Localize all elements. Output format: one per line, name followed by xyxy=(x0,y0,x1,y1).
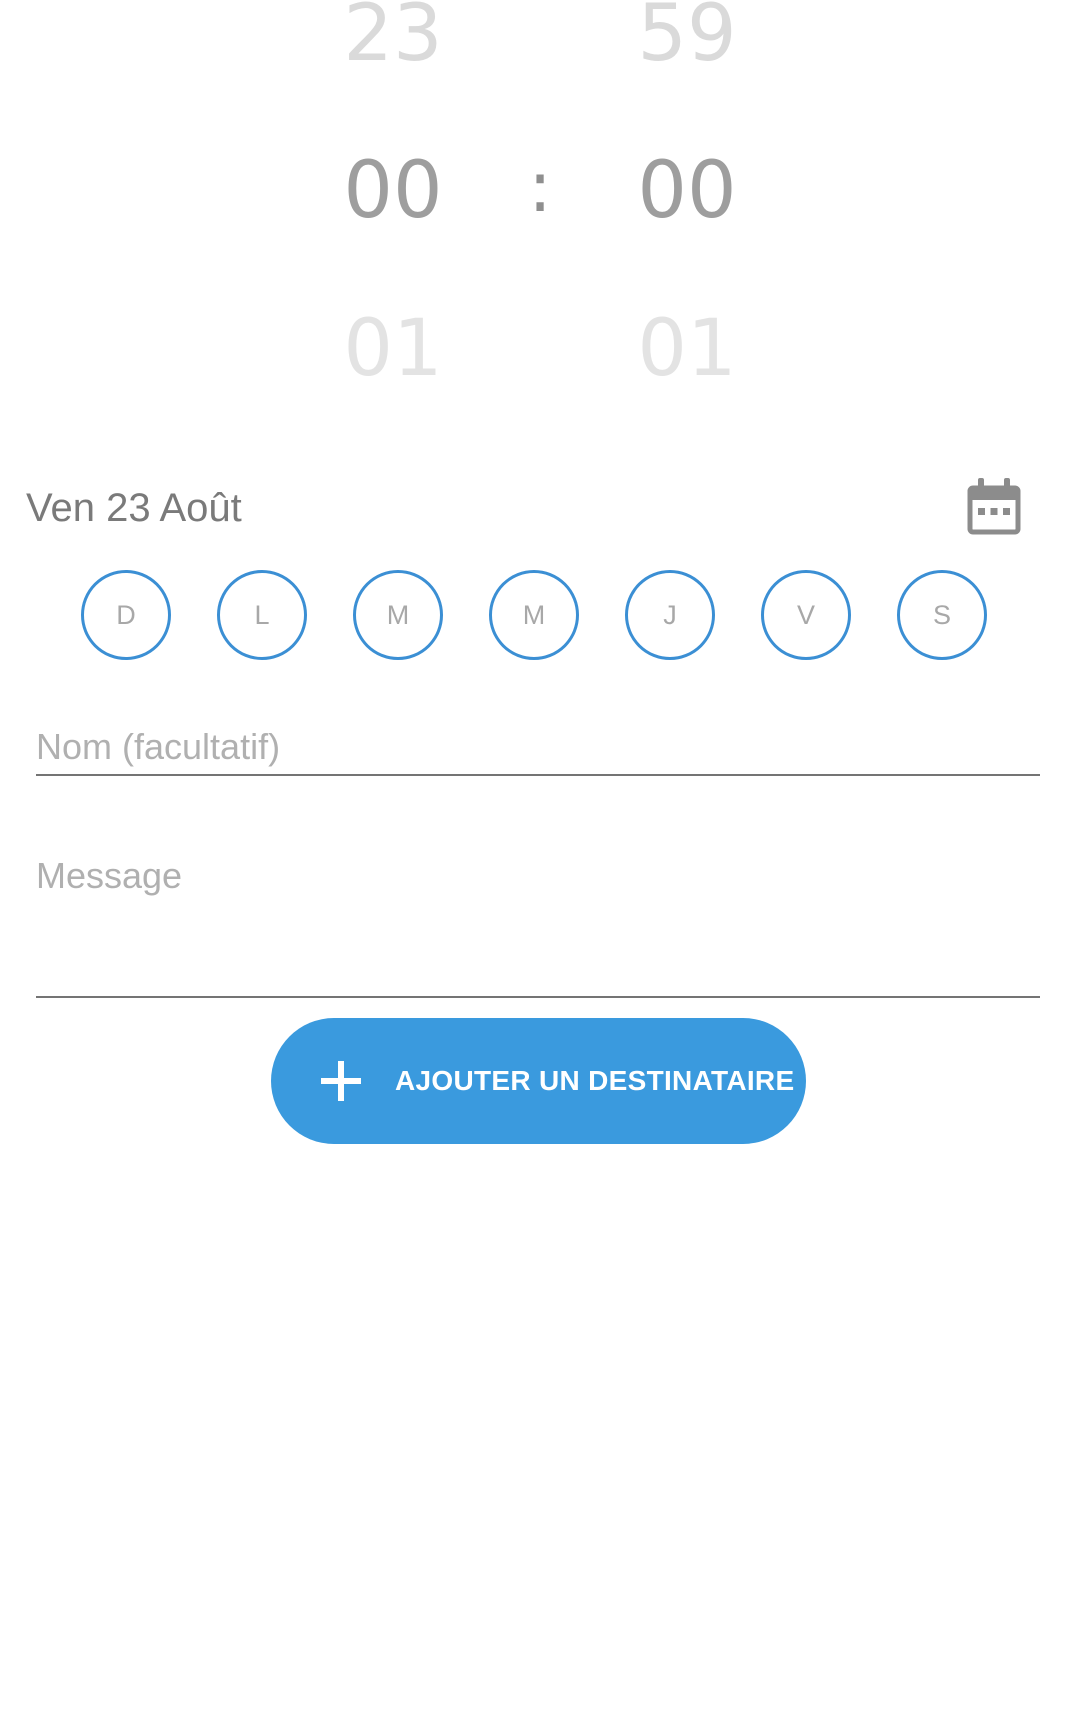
plus-icon xyxy=(321,1061,361,1101)
day-selector: D L M M J V S xyxy=(0,570,1080,670)
name-field[interactable] xyxy=(36,720,1040,776)
time-separator: : xyxy=(528,146,552,228)
day-toggle-tuesday[interactable]: M xyxy=(353,570,443,660)
day-toggle-friday[interactable]: V xyxy=(761,570,851,660)
day-toggle-saturday[interactable]: S xyxy=(897,570,987,660)
minute-picker[interactable]: 59 00 01 xyxy=(587,0,787,400)
day-toggle-sunday[interactable]: D xyxy=(81,570,171,660)
hour-picker[interactable]: 23 00 01 xyxy=(293,0,493,400)
calendar-icon[interactable] xyxy=(966,476,1022,536)
minute-next[interactable]: 01 xyxy=(587,310,787,388)
add-recipient-button[interactable]: AJOUTER UN DESTINATAIRE xyxy=(271,1018,806,1144)
hour-current[interactable]: 00 xyxy=(293,152,493,230)
message-field[interactable] xyxy=(36,852,1040,998)
hour-prev[interactable]: 23 xyxy=(293,0,493,73)
add-recipient-label: AJOUTER UN DESTINATAIRE xyxy=(395,1065,795,1096)
minute-prev[interactable]: 59 xyxy=(587,0,787,73)
day-toggle-wednesday[interactable]: M xyxy=(489,570,579,660)
date-label[interactable]: Ven 23 Août xyxy=(26,486,242,531)
day-toggle-thursday[interactable]: J xyxy=(625,570,715,660)
day-toggle-monday[interactable]: L xyxy=(217,570,307,660)
hour-next[interactable]: 01 xyxy=(293,310,493,388)
minute-current[interactable]: 00 xyxy=(587,152,787,230)
